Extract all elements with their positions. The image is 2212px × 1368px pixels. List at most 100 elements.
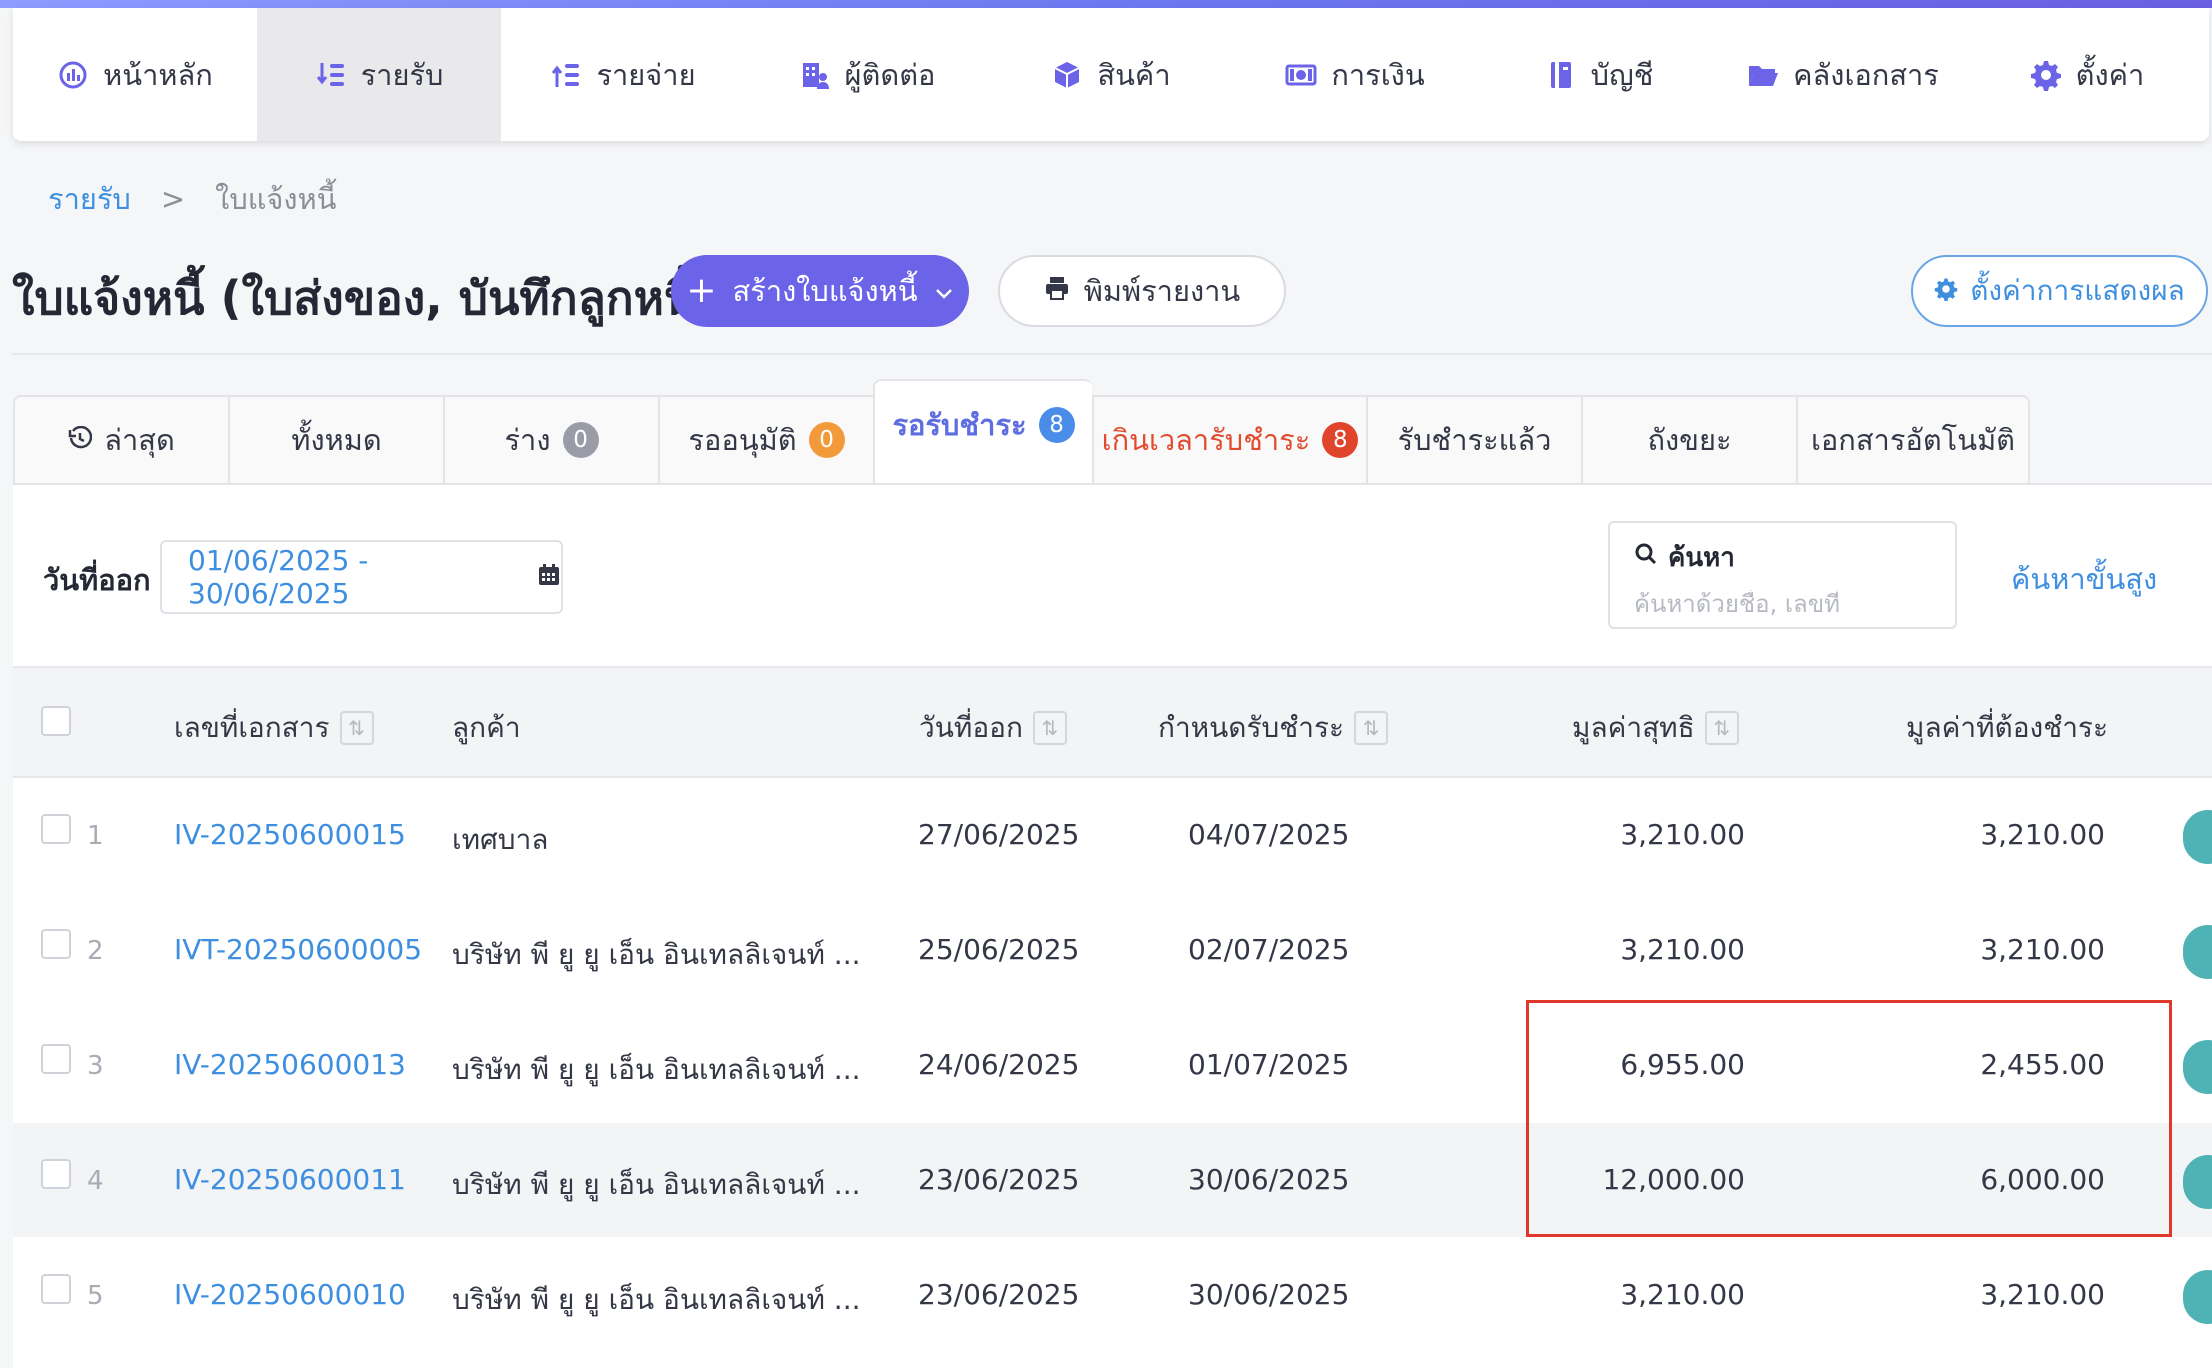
date-range-value: 01/06/2025 - 30/06/2025 (188, 544, 369, 610)
dashboard-icon (57, 59, 89, 91)
nav-item-accounting[interactable]: บัญชี (1477, 8, 1721, 141)
tab-trash[interactable]: ถังขยะ (1581, 395, 1796, 485)
doc-number-link[interactable]: IV-20250600013 (174, 1048, 406, 1081)
row-checkbox[interactable] (41, 814, 71, 844)
nav-label: ตั้งค่า (2075, 57, 2145, 92)
tab-overdue[interactable]: เกินเวลารับชำระ 8 (1092, 395, 1366, 485)
date-filter-label: วันที่ออก (43, 563, 151, 597)
sort-icon[interactable]: ⇅ (1032, 711, 1067, 745)
print-report-button[interactable]: พิมพ์รายงาน (998, 255, 1286, 327)
box-icon (1051, 59, 1083, 91)
create-invoice-button[interactable]: + สร้างใบแจ้งหนี้ (671, 255, 969, 327)
due-date: 02/07/2025 (1188, 933, 1350, 966)
table-row[interactable]: 2 IVT-20250600005 บริษัท พี ยู ยู เอ็น อ… (13, 893, 2212, 1008)
doc-number-link[interactable]: IV-20250600010 (174, 1278, 406, 1311)
column-header-issue-date[interactable]: วันที่ออก ⇅ (919, 706, 1067, 750)
nav-label: หน้าหลัก (103, 57, 213, 92)
calendar-icon (537, 561, 561, 594)
row-checkbox[interactable] (41, 1159, 71, 1189)
tab-awaiting-approval[interactable]: รออนุมัติ 0 (658, 395, 873, 485)
due-date: 04/07/2025 (1188, 818, 1350, 851)
row-action-button[interactable] (2183, 1155, 2212, 1209)
breadcrumb-parent-link[interactable]: รายรับ (48, 176, 131, 222)
nav-item-settings[interactable]: ตั้งค่า (1965, 8, 2209, 141)
amount-due: 6,000.00 (1980, 1163, 2105, 1196)
row-action-button[interactable] (2183, 1040, 2212, 1094)
row-checkbox[interactable] (41, 1274, 71, 1304)
sort-icon[interactable]: ⇅ (1704, 711, 1739, 745)
tab-awaiting-payment[interactable]: รอรับชำระ 8 (873, 379, 1092, 485)
column-header-net-amount[interactable]: มูลค่าสุทธิ ⇅ (1572, 706, 1739, 750)
doc-number-link[interactable]: IV-20250600015 (174, 818, 406, 851)
doc-number-link[interactable]: IVT-20250600005 (174, 933, 422, 966)
tab-draft[interactable]: ร่าง 0 (443, 395, 658, 485)
nav-item-products[interactable]: สินค้า (989, 8, 1233, 141)
nav-item-expense[interactable]: รายจ่าย (501, 8, 745, 141)
amount-due: 3,210.00 (1980, 818, 2105, 851)
issue-date: 23/06/2025 (918, 1163, 1080, 1196)
ledger-icon (1545, 59, 1577, 91)
search-input[interactable] (1634, 590, 1931, 618)
search-icon (1634, 542, 1658, 573)
table-row[interactable]: 1 IV-20250600015 เทศบาล 27/06/2025 04/07… (13, 778, 2212, 893)
row-action-button[interactable] (2183, 810, 2212, 864)
expense-icon (550, 59, 582, 91)
select-all-checkbox[interactable] (41, 706, 71, 736)
doc-number-link[interactable]: IV-20250600011 (174, 1163, 406, 1196)
sort-icon[interactable]: ⇅ (339, 711, 374, 745)
display-settings-button[interactable]: ตั้งค่าการแสดงผล (1911, 255, 2208, 327)
issue-date: 27/06/2025 (918, 818, 1080, 851)
display-settings-label: ตั้งค่าการแสดงผล (1970, 274, 2185, 307)
tab-paid[interactable]: รับชำระแล้ว (1366, 395, 1581, 485)
row-action-button[interactable] (2183, 1270, 2212, 1324)
printer-icon (1044, 274, 1070, 308)
customer-name: บริษัท พี ยู ยู เอ็น อินเทลลิเจนท์ ... (452, 938, 861, 971)
nav-item-income[interactable]: รายรับ (257, 8, 501, 141)
tab-label: รออนุมัติ (688, 423, 797, 457)
money-icon (1285, 59, 1317, 91)
column-header-doc-no[interactable]: เลขที่เอกสาร ⇅ (174, 706, 374, 750)
nav-item-finance[interactable]: การเงิน (1233, 8, 1477, 141)
tab-label: ถังขยะ (1647, 423, 1732, 457)
nav-item-dashboard[interactable]: หน้าหลัก (13, 8, 257, 141)
column-header-due-date[interactable]: กำหนดรับชำระ ⇅ (1158, 706, 1389, 750)
table-row[interactable]: 5 IV-20250600010 บริษัท พี ยู ยู เอ็น อิ… (13, 1238, 2212, 1353)
nav-item-documents[interactable]: คลังเอกสาร (1721, 8, 1965, 141)
row-number: 3 (87, 1051, 104, 1081)
plus-icon: + (686, 270, 717, 311)
nav-label: การเงิน (1331, 57, 1425, 92)
nav-label: สินค้า (1097, 57, 1171, 92)
net-amount: 3,210.00 (1620, 933, 1745, 966)
table-row[interactable]: 4 IV-20250600011 บริษัท พี ยู ยู เอ็น อิ… (13, 1123, 2212, 1238)
table-row[interactable]: 3 IV-20250600013 บริษัท พี ยู ยู เอ็น อิ… (13, 1008, 2212, 1123)
nav-label: รายจ่าย (596, 57, 696, 92)
date-range-picker[interactable]: 01/06/2025 - 30/06/2025 (160, 540, 563, 614)
due-date: 30/06/2025 (1188, 1278, 1350, 1311)
sort-icon[interactable]: ⇅ (1354, 711, 1389, 745)
nav-label: ผู้ติดต่อ (844, 57, 936, 92)
tab-label: ทั้งหมด (291, 423, 382, 457)
tab-label: เอกสารอัตโนมัติ (1810, 423, 2016, 457)
create-invoice-label: สร้างใบแจ้งหนี้ (732, 274, 918, 308)
tab-label: รับชำระแล้ว (1397, 423, 1552, 457)
column-header-customer: ลูกค้า (452, 706, 521, 750)
top-accent-bar (0, 0, 2212, 8)
row-checkbox[interactable] (41, 1044, 71, 1074)
row-action-button[interactable] (2183, 925, 2212, 979)
table-header: เลขที่เอกสาร ⇅ ลูกค้า วันที่ออก ⇅ กำหนดร… (13, 666, 2212, 778)
column-label: กำหนดรับชำระ (1158, 711, 1345, 744)
nav-item-contacts[interactable]: ผู้ติดต่อ (745, 8, 989, 141)
search-label: ค้นหา (1668, 543, 1735, 573)
tab-label: รอรับชำระ (892, 408, 1027, 442)
advanced-search-link[interactable]: ค้นหาขั้นสูง (2011, 556, 2157, 602)
tab-latest[interactable]: ล่าสุด (13, 395, 228, 485)
tab-automated-docs[interactable]: เอกสารอัตโนมัติ (1796, 395, 2030, 485)
count-badge: 8 (1322, 422, 1359, 458)
history-icon (68, 423, 93, 457)
tab-all[interactable]: ทั้งหมด (228, 395, 443, 485)
row-checkbox[interactable] (41, 929, 71, 959)
search-box: ค้นหา (1608, 521, 1957, 629)
column-label: มูลค่าที่ต้องชำระ (1906, 711, 2109, 744)
gear-icon (2030, 59, 2062, 91)
print-report-label: พิมพ์รายงาน (1083, 274, 1241, 308)
